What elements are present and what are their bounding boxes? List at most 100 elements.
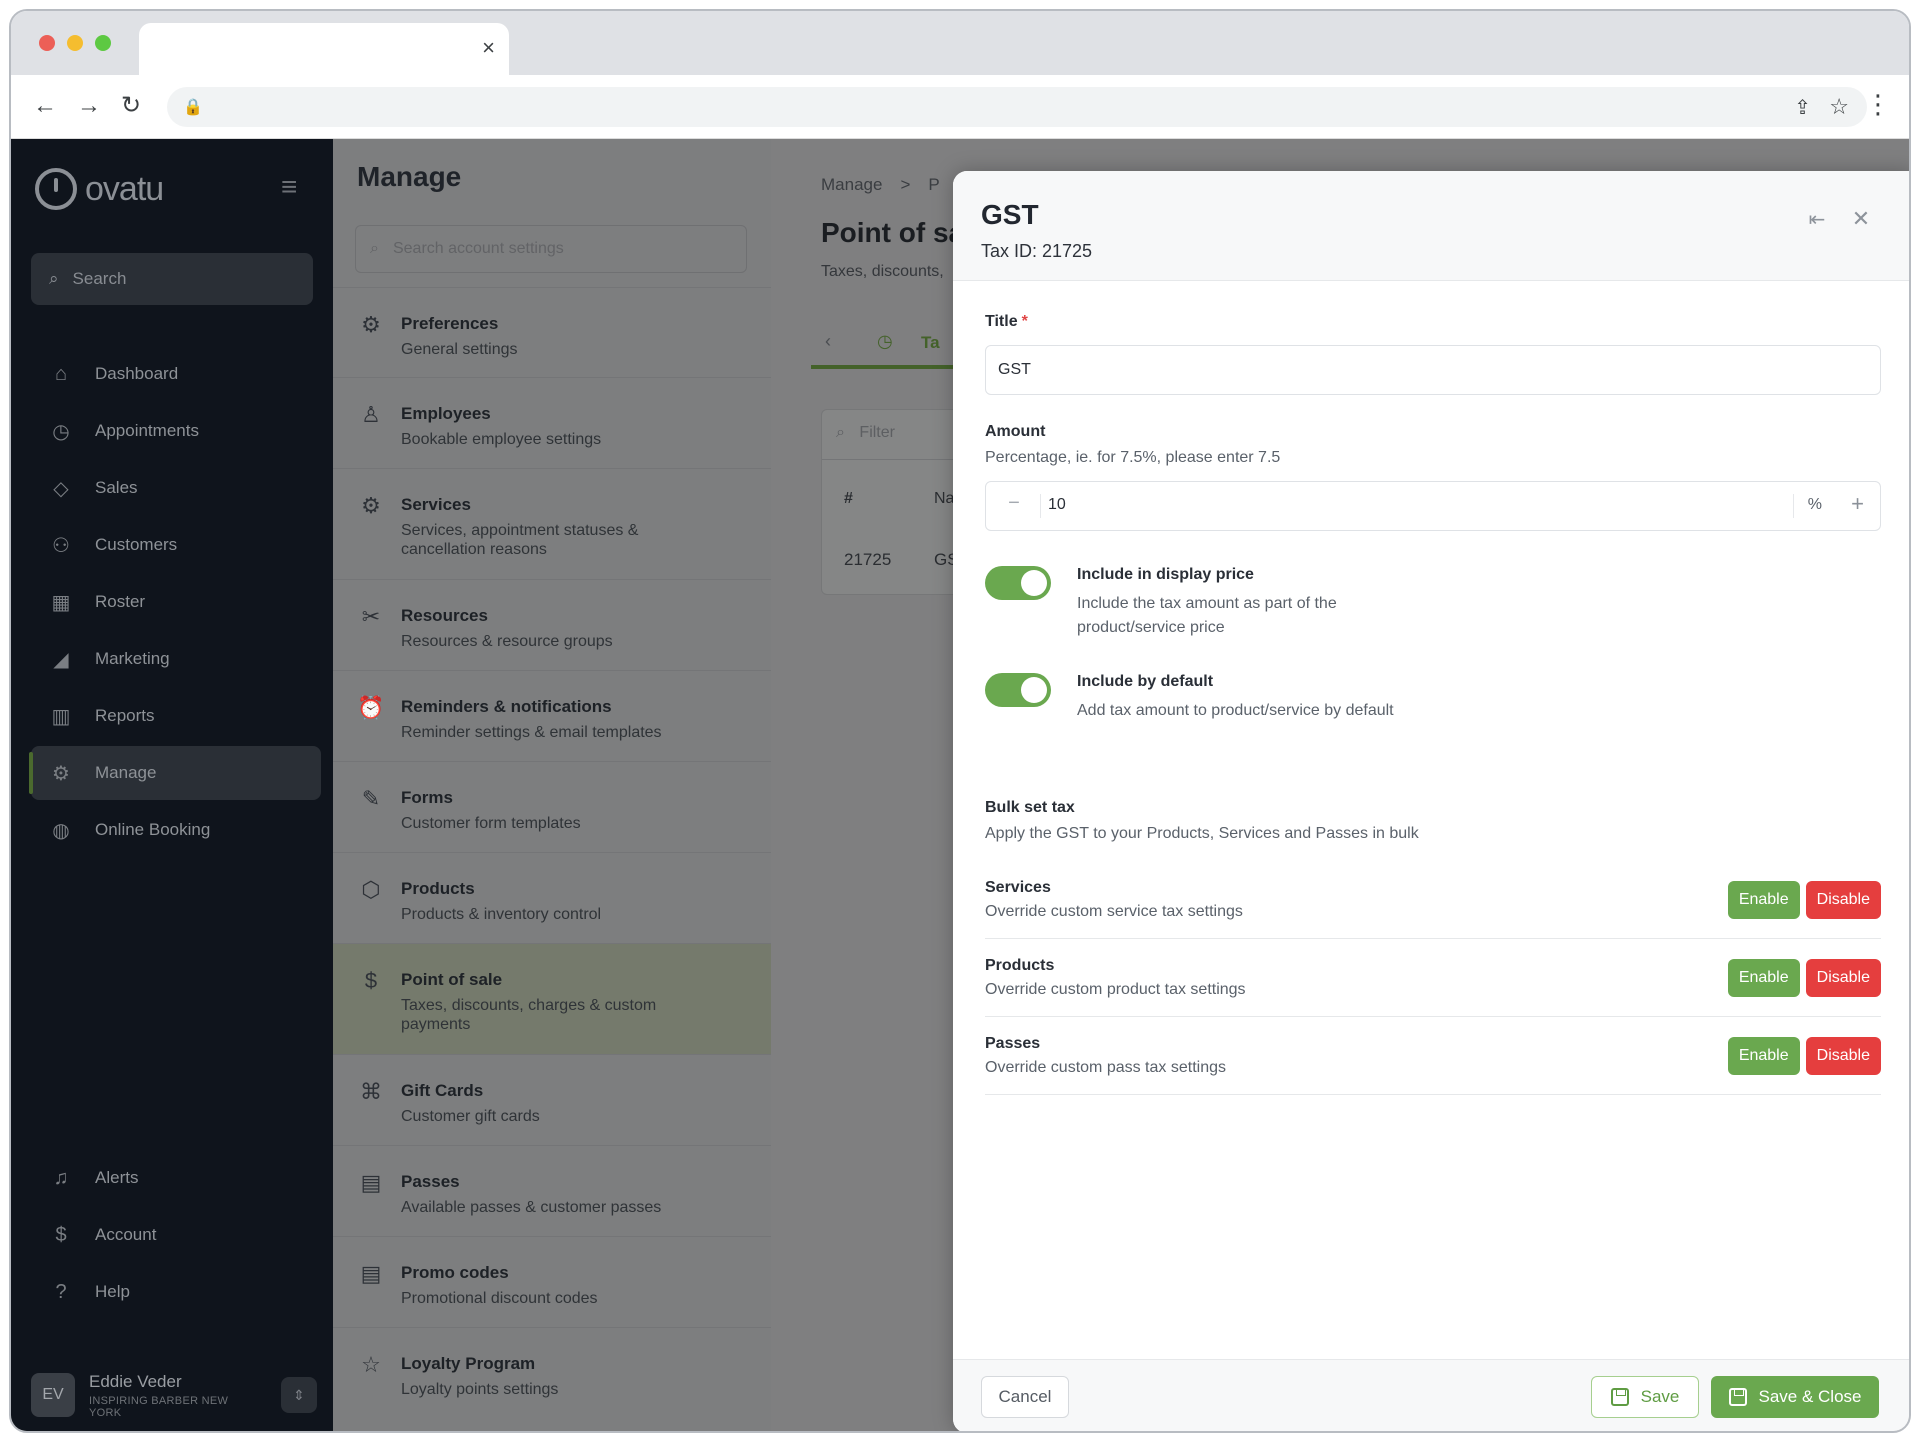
sidebar-item-help[interactable]: ? Help <box>31 1265 321 1319</box>
sidebar-item-label: Online Booking <box>95 820 211 839</box>
avatar: EV <box>31 1373 75 1417</box>
minimize-window-button[interactable] <box>67 35 83 51</box>
minus-icon[interactable]: − <box>1002 492 1026 520</box>
sidebar-item-account[interactable]: $ Account <box>31 1208 321 1262</box>
enable-services-button[interactable]: Enable <box>1727 880 1800 919</box>
user-org: INSPIRING BARBER NEW YORK <box>89 1394 229 1419</box>
manage-item-passes[interactable]: ▤ Passes Available passes & customer passe… <box>333 1145 771 1236</box>
table-header-name: Na <box>934 490 955 507</box>
close-window-button[interactable] <box>39 35 55 51</box>
manage-item-products[interactable]: ⬡ Products Products & inventory control <box>333 852 771 943</box>
manage-panel: Manage ⌕ Search account settings ⚙ Prefer… <box>333 139 771 1431</box>
bulk-desc: Apply the GST to your Products, Services… <box>985 825 1419 842</box>
enable-products-button[interactable]: Enable <box>1727 958 1800 997</box>
bulk-row-passes: Passes Override custom pass tax settings … <box>985 1017 1881 1095</box>
loyalty-icon: ☆ <box>361 1352 381 1377</box>
reload-icon[interactable]: ↻ <box>121 93 141 119</box>
amount-help: Percentage, ie. for 7.5%, please enter 7… <box>985 449 1281 466</box>
home-icon: ⌂ <box>54 362 68 385</box>
disable-services-button[interactable]: Disable <box>1805 880 1881 919</box>
by-default-desc: Add tax amount to product/service by def… <box>1077 702 1394 719</box>
disable-products-button[interactable]: Disable <box>1805 958 1881 997</box>
sidebar-item-online-booking[interactable]: ◍ Online Booking <box>31 803 321 857</box>
save-and-close-button[interactable]: Save & Close <box>1711 1376 1879 1418</box>
breadcrumb-manage[interactable]: Manage <box>821 175 882 195</box>
disable-passes-button[interactable]: Disable <box>1805 1036 1881 1075</box>
sidebar-item-customers[interactable]: ⚇ Customers <box>31 518 321 572</box>
manage-item-point-of-sale[interactable]: $ Point of sale Taxes, discounts, charges … <box>333 943 771 1054</box>
hamburger-icon[interactable]: ≡ <box>281 173 297 201</box>
manage-item-desc: Available passes & customer passes <box>401 1199 662 1216</box>
calendar-icon: ▦ <box>51 591 71 614</box>
manage-item-employees[interactable]: ♙ Employees Bookable employee settings <box>333 377 771 468</box>
filter-placeholder: Filter <box>859 424 895 441</box>
chevron-left-icon[interactable]: ‹ <box>825 331 831 352</box>
arrow-right-icon[interactable]: → <box>77 93 101 119</box>
bell-icon: ♫ <box>53 1166 69 1189</box>
display-price-title: Include in display price <box>1077 566 1254 583</box>
box-icon: ⬡ <box>361 877 381 902</box>
users-icon: ⚇ <box>52 534 70 557</box>
by-default-toggle[interactable] <box>985 673 1051 707</box>
sidebar-item-manage[interactable]: ⚙ Manage <box>29 746 321 800</box>
tab-close-icon[interactable]: × <box>482 37 495 59</box>
tab-taxes[interactable]: ‹ ◷ Ta <box>811 319 971 369</box>
gears-icon: ⚙ <box>52 762 70 785</box>
question-icon: ? <box>55 1280 67 1303</box>
sidebar-item-sales[interactable]: ◇ Sales <box>31 461 321 515</box>
search-icon: ⌕ <box>836 424 845 441</box>
table-header-num: # <box>844 490 853 507</box>
tab-bar: × <box>11 11 1909 75</box>
gears-icon: ⚙ <box>361 493 381 518</box>
arrow-left-icon[interactable]: ← <box>33 93 57 119</box>
title-input[interactable] <box>985 345 1881 395</box>
sidebar-item-marketing[interactable]: ◢ Marketing <box>31 632 321 686</box>
manage-item-preferences[interactable]: ⚙ Preferences General settings <box>333 287 771 377</box>
globe-icon: ◍ <box>52 819 70 842</box>
url-field[interactable]: 🔒 ⇪ ☆ <box>167 87 1867 127</box>
manage-item-loyalty-program[interactable]: ☆ Loyalty Program Loyalty points settings <box>333 1327 771 1418</box>
display-price-toggle[interactable] <box>985 566 1051 600</box>
share-icon[interactable]: ⇪ <box>1794 95 1811 120</box>
dollar-icon: $ <box>55 1223 67 1246</box>
sidebar-item-label: Help <box>95 1282 130 1301</box>
manage-search-input[interactable]: ⌕ Search account settings <box>355 225 747 273</box>
sidebar: ovatu ≡ ⌕ Search ⌂ Dashboard ◷ Appointment… <box>11 139 333 1431</box>
amount-input[interactable]: 10 <box>1048 496 1066 514</box>
manage-item-forms[interactable]: ✎ Forms Customer form templates <box>333 761 771 852</box>
sidebar-item-dashboard[interactable]: ⌂ Dashboard <box>31 347 321 401</box>
save-button[interactable]: Save <box>1591 1376 1699 1418</box>
sidebar-search[interactable]: ⌕ Search <box>31 253 313 305</box>
sidebar-item-alerts[interactable]: ♫ Alerts <box>31 1151 321 1205</box>
star-icon[interactable]: ☆ <box>1829 94 1849 120</box>
sidebar-item-label: Alerts <box>95 1168 139 1187</box>
manage-item-gift-cards[interactable]: ⌘ Gift Cards Customer gift cards <box>333 1054 771 1145</box>
collapse-panel-icon[interactable]: ⇤ <box>1797 199 1837 239</box>
kebab-icon[interactable]: ⋮ <box>1865 91 1891 117</box>
save-close-label: Save & Close <box>1758 1387 1862 1406</box>
close-icon[interactable]: ✕ <box>1841 199 1881 239</box>
sidebar-item-reports[interactable]: ▥ Reports <box>31 689 321 743</box>
sidebar-item-label: Sales <box>95 478 138 497</box>
manage-item-services[interactable]: ⚙ Services Services, appointment statuses … <box>333 468 771 579</box>
manage-item-promo-codes[interactable]: ▤ Promo codes Promotional discount codes <box>333 1236 771 1327</box>
manage-item-title: Preferences <box>401 314 499 333</box>
title-label: Title * <box>985 313 1881 331</box>
browser-tab[interactable]: × <box>139 23 509 75</box>
breadcrumb-current[interactable]: P <box>928 175 939 195</box>
enable-passes-button[interactable]: Enable <box>1727 1036 1800 1075</box>
plus-icon[interactable]: + <box>1851 491 1864 517</box>
chevron-updown-icon[interactable]: ⇕ <box>281 1377 317 1413</box>
manage-item-reminders[interactable]: ⏰ Reminders & notifications Reminder setti… <box>333 670 771 761</box>
user-menu[interactable]: EV Eddie Veder INSPIRING BARBER NEW YORK… <box>31 1367 321 1423</box>
bulk-title: Bulk set tax <box>985 799 1075 816</box>
manage-item-title: Passes <box>401 1172 460 1191</box>
bulk-row-services: Services Override custom service tax sett… <box>985 861 1881 939</box>
manage-item-resources[interactable]: ✂ Resources Resources & resource groups <box>333 579 771 670</box>
maximize-window-button[interactable] <box>95 35 111 51</box>
sidebar-item-appointments[interactable]: ◷ Appointments <box>31 404 321 458</box>
sidebar-bottom-nav: ♫ Alerts $ Account ? Help <box>31 1151 321 1322</box>
sidebar-item-label: Marketing <box>95 649 170 668</box>
cancel-button[interactable]: Cancel <box>981 1376 1069 1418</box>
sidebar-item-roster[interactable]: ▦ Roster <box>31 575 321 629</box>
